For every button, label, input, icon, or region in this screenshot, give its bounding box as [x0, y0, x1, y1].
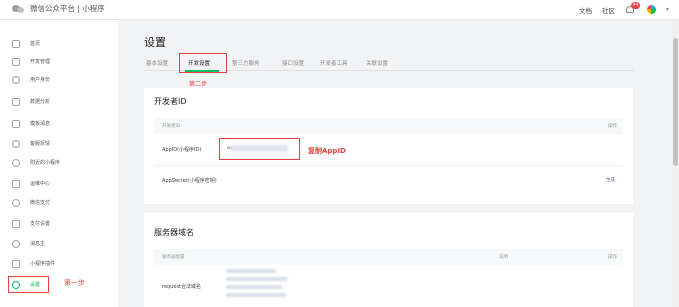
- server-domain-card: 服务器域名 服务器配置 说明 操作 request合法域名: [144, 213, 633, 307]
- scrollbar-thumb[interactable]: [673, 38, 678, 166]
- tab-related-settings[interactable]: 关联设置: [366, 59, 388, 67]
- card-title: 开发者ID: [154, 97, 187, 106]
- home-icon: [12, 39, 20, 48]
- docs-link[interactable]: 文档: [579, 5, 592, 15]
- sidebar-item-label: 运维中心: [30, 181, 51, 187]
- sidebar-item-label: 用户身份: [30, 77, 51, 83]
- chevron-down-icon[interactable]: ▾: [666, 6, 669, 13]
- sidebar-item-label: 开发管理: [30, 59, 51, 65]
- column-header: 开发者ID: [162, 124, 181, 129]
- user-icon: [12, 75, 20, 84]
- domain-redacted: [226, 285, 282, 289]
- people-icon: [12, 239, 20, 248]
- sidebar-item-nearby[interactable]: 附近的小程序: [8, 155, 108, 170]
- divider: [154, 165, 623, 166]
- sidebar-item-settings[interactable]: 设置: [8, 276, 108, 293]
- sidebar-item-label: 客服反馈: [30, 141, 51, 147]
- wrench-icon: [12, 179, 20, 188]
- sidebar: 首页 开发管理 用户身份 数据分析 模板消息 客服反馈 附近的小程序 运维中心 …: [0, 20, 118, 307]
- tab-third-party[interactable]: 第三方服务: [232, 59, 260, 67]
- top-bar: 微信公众平台 | 小程序 文档 社区 99 ▾: [0, 0, 679, 20]
- column-header: 服务器配置: [162, 255, 185, 260]
- grid-icon: [12, 259, 20, 268]
- sidebar-item-label: 微信支付: [30, 200, 51, 206]
- column-header: 说明: [499, 255, 508, 260]
- sidebar-item-label: 附近的小程序: [30, 160, 61, 166]
- sidebar-item-label: 消息主: [30, 241, 46, 247]
- wechat-logo-icon: [12, 4, 25, 14]
- notification-badge: 99: [630, 2, 640, 9]
- brand-title: 微信公众平台 | 小程序: [30, 4, 105, 13]
- feedback-icon: [12, 139, 20, 148]
- sidebar-item-label: 首页: [30, 41, 41, 47]
- pay-icon: [12, 198, 20, 207]
- sidebar-item-analytics[interactable]: 数据分析: [8, 94, 108, 109]
- card-title: 服务器域名: [154, 228, 194, 237]
- developer-id-card: 开发者ID 开发者ID 操作 AppID(小程序ID) wx 复制AppID A…: [144, 88, 633, 204]
- appsecret-label: AppSecret(小程序密钥): [162, 178, 217, 184]
- sidebar-item-home[interactable]: 首页: [8, 36, 108, 51]
- sidebar-item-wechat-pay[interactable]: 微信支付: [8, 195, 108, 210]
- tab-api-settings[interactable]: 接口设置: [282, 59, 304, 67]
- column-header: 操作: [608, 124, 617, 129]
- appid-redacted: [230, 145, 288, 152]
- chart-icon: [12, 97, 20, 106]
- code-icon: [12, 57, 20, 66]
- sidebar-item-dev-management[interactable]: 开发管理: [8, 54, 108, 69]
- sidebar-item-message-owner[interactable]: 消息主: [8, 236, 108, 251]
- clipboard-icon: [12, 219, 20, 228]
- notification-bell-icon[interactable]: 99: [625, 2, 640, 15]
- table-header: 开发者ID 操作: [154, 118, 623, 134]
- avatar[interactable]: [646, 5, 656, 14]
- sidebar-item-label: 小程序插件: [30, 261, 56, 267]
- sidebar-item-plugins[interactable]: 小程序插件: [8, 256, 108, 271]
- sidebar-item-label: 数据分析: [30, 99, 51, 105]
- request-domain-label: request合法域名: [162, 284, 202, 290]
- domain-redacted: [226, 293, 286, 297]
- location-icon: [12, 158, 20, 167]
- page-title: 设置: [144, 36, 166, 49]
- tab-dev-tools[interactable]: 开发者工具: [320, 59, 348, 67]
- sidebar-item-ops-center[interactable]: 运维中心: [8, 176, 108, 191]
- domain-redacted: [226, 277, 288, 281]
- appid-label: AppID(小程序ID): [162, 147, 202, 153]
- step-two-annotation: 第二步: [189, 81, 208, 88]
- top-right-actions: 文档 社区 99 ▾: [579, 2, 669, 15]
- page-scrollbar[interactable]: [672, 20, 679, 307]
- sidebar-item-pay-settings[interactable]: 支付设置: [8, 216, 108, 231]
- copy-appid-annotation: 复制AppID: [308, 147, 346, 155]
- generate-secret-link[interactable]: 生成: [606, 177, 615, 183]
- tab-basic-settings[interactable]: 基本设置: [146, 59, 168, 67]
- sidebar-item-template-messages[interactable]: 模板消息: [8, 116, 108, 131]
- domain-redacted: [226, 269, 276, 273]
- table-header: 服务器配置 说明 操作: [154, 249, 623, 265]
- sidebar-item-customer-feedback[interactable]: 客服反馈: [8, 136, 108, 151]
- document-icon: [12, 119, 20, 128]
- sidebar-item-user-identity[interactable]: 用户身份: [8, 72, 108, 87]
- community-link[interactable]: 社区: [602, 5, 615, 15]
- step-one-annotation: 第一步: [64, 279, 85, 287]
- brand[interactable]: 微信公众平台 | 小程序: [12, 3, 105, 14]
- active-tab-indicator: [185, 70, 219, 72]
- sidebar-item-label: 支付设置: [30, 221, 51, 227]
- sidebar-item-label: 模板消息: [30, 121, 51, 127]
- column-header: 操作: [608, 255, 617, 260]
- step-one-highlight: [8, 276, 49, 293]
